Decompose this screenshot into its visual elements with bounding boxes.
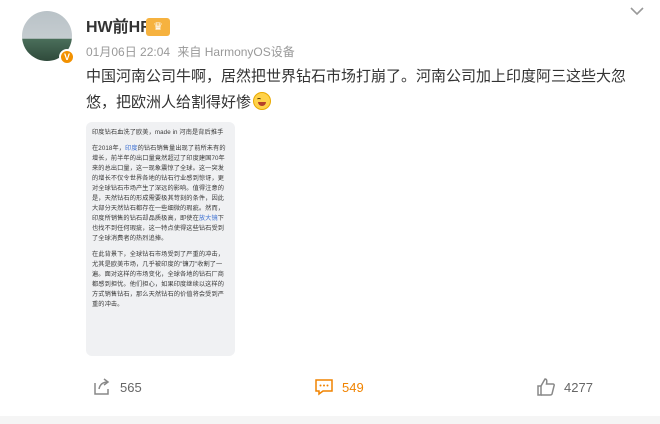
post-date[interactable]: 01月06日 22:04 xyxy=(86,45,170,59)
like-button[interactable]: 4277 xyxy=(536,376,593,398)
verified-badge-icon: V xyxy=(59,49,75,65)
laugh-cry-emoji-icon xyxy=(253,92,272,110)
post-text: 中国河南公司牛啊，居然把世界钻石市场打崩了。河南公司加上印度阿三这些大忽悠，把欧… xyxy=(86,64,646,116)
image-paragraph-2: 在此背景下，全球钻石市场受到了严重的冲击，尤其是欧美市场，几乎被印度的"镰刀"收… xyxy=(92,251,225,308)
post-meta: 01月06日 22:04 来自 HarmonyOS设备 xyxy=(86,44,299,60)
comment-icon xyxy=(315,379,333,396)
action-bar: 565 549 4277 xyxy=(0,370,660,404)
image-title: 印度钻石血洗了欧美，made in 河南是背后推手 xyxy=(92,129,224,136)
username[interactable]: HW前HR xyxy=(86,18,152,38)
article-image[interactable]: 印度钻石血洗了欧美，made in 河南是背后推手 在2018年，印度的钻石销售… xyxy=(86,122,235,356)
post-body: 中国河南公司牛啊，居然把世界钻石市场打崩了。河南公司加上印度阿三这些大忽悠，把欧… xyxy=(86,68,627,111)
like-count: 4277 xyxy=(564,379,593,395)
comment-count: 549 xyxy=(342,379,364,395)
image-paragraph-1: 在2018年，印度的钻石销售量出现了前所未有的增长，前半年的出口量竟然超过了印度… xyxy=(92,145,226,242)
section-divider xyxy=(0,416,660,424)
post-source: 来自 HarmonyOS设备 xyxy=(177,45,295,59)
more-options-icon[interactable] xyxy=(628,2,646,20)
repost-button[interactable]: 565 xyxy=(92,376,142,398)
repost-icon xyxy=(94,378,110,395)
thumbs-up-icon xyxy=(537,378,555,396)
comment-button[interactable]: 549 xyxy=(314,376,364,398)
repost-count: 565 xyxy=(120,379,142,395)
member-crown-icon[interactable]: ♛ xyxy=(146,18,170,36)
